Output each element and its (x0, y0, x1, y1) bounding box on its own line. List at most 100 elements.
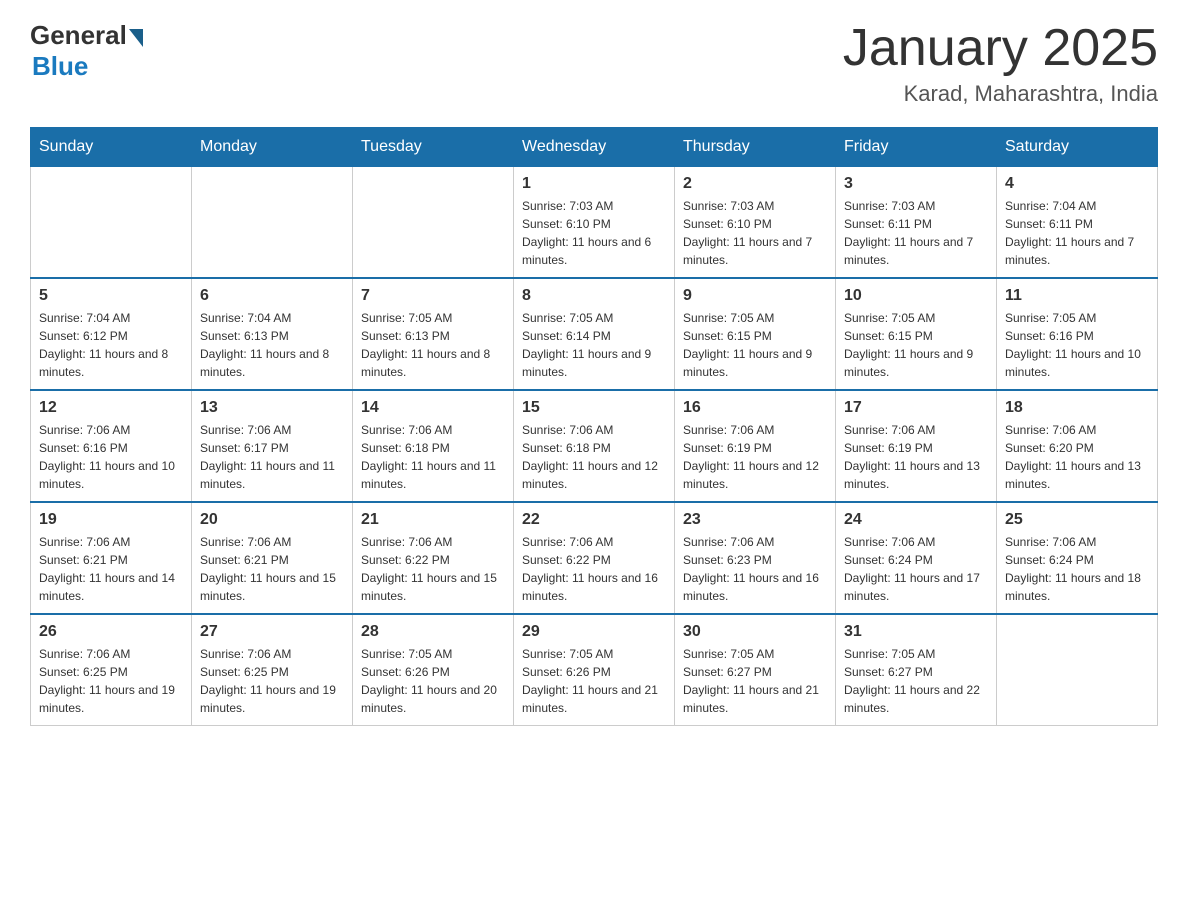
day-info: Sunrise: 7:05 AM Sunset: 6:27 PM Dayligh… (683, 645, 827, 717)
day-number: 18 (1005, 399, 1149, 417)
logo-arrow-icon (129, 29, 143, 47)
calendar-cell: 16Sunrise: 7:06 AM Sunset: 6:19 PM Dayli… (675, 390, 836, 502)
day-info: Sunrise: 7:05 AM Sunset: 6:14 PM Dayligh… (522, 309, 666, 381)
calendar-cell: 24 Sunrise: 7:06 AM Sunset: 6:24 PM Dayli… (836, 502, 997, 614)
calendar-cell: 15 Sunrise: 7:06 AM Sunset: 6:18 PM Dayli… (514, 390, 675, 502)
day-number: 9 (683, 287, 827, 305)
day-info: Sunrise: 7:04 AM Sunset: 6:13 PM Dayligh… (200, 309, 344, 381)
calendar-cell: 6 Sunrise: 7:04 AM Sunset: 6:13 PM Daylig… (192, 278, 353, 390)
day-number: 30 (683, 623, 827, 641)
day-info: Sunrise: 7:05 AM Sunset: 6:13 PM Dayligh… (361, 309, 505, 381)
calendar-cell (353, 167, 514, 279)
day-info: Sunrise: 7:06 AM Sunset: 6:18 PM Dayligh… (361, 421, 505, 493)
calendar-week-row: 19 Sunrise: 7:06 AM Sunset: 6:21 PM Dayli… (31, 502, 1158, 614)
day-info: Sunrise: 7:06 AM Sunset: 6:22 PM Dayligh… (361, 533, 505, 605)
day-info: Sunrise: 7:04 AM Sunset: 6:11 PM Dayligh… (1005, 197, 1149, 269)
calendar-cell: 18 Sunrise: 7:06 AM Sunset: 6:20 PM Dayli… (997, 390, 1158, 502)
day-number: 27 (200, 623, 344, 641)
page-header: General Blue January 2025 Karad, Maharas… (30, 20, 1158, 107)
calendar-cell: 11 Sunrise: 7:05 AM Sunset: 6:16 PM Dayli… (997, 278, 1158, 390)
calendar-cell: 2Sunrise: 7:03 AM Sunset: 6:10 PM Daylig… (675, 167, 836, 279)
logo-blue-text: Blue (32, 51, 88, 81)
day-number: 5 (39, 287, 183, 305)
calendar-cell (192, 167, 353, 279)
day-number: 1 (522, 175, 666, 193)
day-number: 4 (1005, 175, 1149, 193)
column-header-thursday: Thursday (675, 128, 836, 167)
day-info: Sunrise: 7:06 AM Sunset: 6:21 PM Dayligh… (200, 533, 344, 605)
day-number: 12 (39, 399, 183, 417)
calendar-cell: 9 Sunrise: 7:05 AM Sunset: 6:15 PM Daylig… (675, 278, 836, 390)
day-info: Sunrise: 7:06 AM Sunset: 6:24 PM Dayligh… (844, 533, 988, 605)
calendar-cell: 22Sunrise: 7:06 AM Sunset: 6:22 PM Dayli… (514, 502, 675, 614)
logo: General Blue (30, 20, 143, 82)
day-number: 3 (844, 175, 988, 193)
month-title: January 2025 (843, 20, 1158, 77)
day-info: Sunrise: 7:06 AM Sunset: 6:25 PM Dayligh… (200, 645, 344, 717)
day-info: Sunrise: 7:06 AM Sunset: 6:17 PM Dayligh… (200, 421, 344, 493)
column-header-saturday: Saturday (997, 128, 1158, 167)
calendar-week-row: 5 Sunrise: 7:04 AM Sunset: 6:12 PM Daylig… (31, 278, 1158, 390)
day-number: 23 (683, 511, 827, 529)
calendar-week-row: 26 Sunrise: 7:06 AM Sunset: 6:25 PM Dayli… (31, 614, 1158, 726)
day-number: 24 (844, 511, 988, 529)
calendar-cell: 14 Sunrise: 7:06 AM Sunset: 6:18 PM Dayli… (353, 390, 514, 502)
calendar-cell: 26 Sunrise: 7:06 AM Sunset: 6:25 PM Dayli… (31, 614, 192, 726)
calendar-cell: 7 Sunrise: 7:05 AM Sunset: 6:13 PM Daylig… (353, 278, 514, 390)
day-info: Sunrise: 7:05 AM Sunset: 6:16 PM Dayligh… (1005, 309, 1149, 381)
day-number: 25 (1005, 511, 1149, 529)
day-number: 15 (522, 399, 666, 417)
calendar-week-row: 12 Sunrise: 7:06 AM Sunset: 6:16 PM Dayli… (31, 390, 1158, 502)
day-number: 22 (522, 511, 666, 529)
location-subtitle: Karad, Maharashtra, India (843, 81, 1158, 107)
calendar-cell: 30 Sunrise: 7:05 AM Sunset: 6:27 PM Dayli… (675, 614, 836, 726)
day-number: 6 (200, 287, 344, 305)
calendar-cell: 17 Sunrise: 7:06 AM Sunset: 6:19 PM Dayli… (836, 390, 997, 502)
calendar-cell: 29Sunrise: 7:05 AM Sunset: 6:26 PM Dayli… (514, 614, 675, 726)
logo-general-text: General (30, 20, 127, 51)
calendar-cell: 13Sunrise: 7:06 AM Sunset: 6:17 PM Dayli… (192, 390, 353, 502)
calendar-week-row: 1 Sunrise: 7:03 AM Sunset: 6:10 PM Daylig… (31, 167, 1158, 279)
day-info: Sunrise: 7:06 AM Sunset: 6:20 PM Dayligh… (1005, 421, 1149, 493)
day-info: Sunrise: 7:05 AM Sunset: 6:15 PM Dayligh… (844, 309, 988, 381)
day-number: 8 (522, 287, 666, 305)
calendar-cell: 25Sunrise: 7:06 AM Sunset: 6:24 PM Dayli… (997, 502, 1158, 614)
day-info: Sunrise: 7:05 AM Sunset: 6:26 PM Dayligh… (361, 645, 505, 717)
day-number: 7 (361, 287, 505, 305)
day-info: Sunrise: 7:06 AM Sunset: 6:19 PM Dayligh… (683, 421, 827, 493)
day-info: Sunrise: 7:03 AM Sunset: 6:10 PM Dayligh… (522, 197, 666, 269)
calendar-cell: 8 Sunrise: 7:05 AM Sunset: 6:14 PM Daylig… (514, 278, 675, 390)
calendar-cell: 10 Sunrise: 7:05 AM Sunset: 6:15 PM Dayli… (836, 278, 997, 390)
day-info: Sunrise: 7:06 AM Sunset: 6:16 PM Dayligh… (39, 421, 183, 493)
day-info: Sunrise: 7:03 AM Sunset: 6:10 PM Dayligh… (683, 197, 827, 269)
day-number: 31 (844, 623, 988, 641)
calendar-cell: 21 Sunrise: 7:06 AM Sunset: 6:22 PM Dayli… (353, 502, 514, 614)
day-number: 10 (844, 287, 988, 305)
day-info: Sunrise: 7:06 AM Sunset: 6:19 PM Dayligh… (844, 421, 988, 493)
calendar-cell: 27 Sunrise: 7:06 AM Sunset: 6:25 PM Dayli… (192, 614, 353, 726)
day-info: Sunrise: 7:06 AM Sunset: 6:18 PM Dayligh… (522, 421, 666, 493)
day-info: Sunrise: 7:04 AM Sunset: 6:12 PM Dayligh… (39, 309, 183, 381)
calendar-cell: 1 Sunrise: 7:03 AM Sunset: 6:10 PM Daylig… (514, 167, 675, 279)
day-number: 19 (39, 511, 183, 529)
day-number: 28 (361, 623, 505, 641)
calendar-cell: 3 Sunrise: 7:03 AM Sunset: 6:11 PM Daylig… (836, 167, 997, 279)
column-header-wednesday: Wednesday (514, 128, 675, 167)
calendar-cell: 19 Sunrise: 7:06 AM Sunset: 6:21 PM Dayli… (31, 502, 192, 614)
column-header-tuesday: Tuesday (353, 128, 514, 167)
day-number: 17 (844, 399, 988, 417)
day-info: Sunrise: 7:06 AM Sunset: 6:23 PM Dayligh… (683, 533, 827, 605)
day-info: Sunrise: 7:05 AM Sunset: 6:15 PM Dayligh… (683, 309, 827, 381)
calendar-cell: 23 Sunrise: 7:06 AM Sunset: 6:23 PM Dayli… (675, 502, 836, 614)
day-number: 26 (39, 623, 183, 641)
day-info: Sunrise: 7:06 AM Sunset: 6:25 PM Dayligh… (39, 645, 183, 717)
day-number: 21 (361, 511, 505, 529)
day-info: Sunrise: 7:06 AM Sunset: 6:21 PM Dayligh… (39, 533, 183, 605)
day-number: 14 (361, 399, 505, 417)
title-section: January 2025 Karad, Maharashtra, India (843, 20, 1158, 107)
calendar-cell: 5 Sunrise: 7:04 AM Sunset: 6:12 PM Daylig… (31, 278, 192, 390)
day-number: 11 (1005, 287, 1149, 305)
calendar-table: SundayMondayTuesdayWednesdayThursdayFrid… (30, 127, 1158, 726)
day-info: Sunrise: 7:03 AM Sunset: 6:11 PM Dayligh… (844, 197, 988, 269)
calendar-cell: 12 Sunrise: 7:06 AM Sunset: 6:16 PM Dayli… (31, 390, 192, 502)
